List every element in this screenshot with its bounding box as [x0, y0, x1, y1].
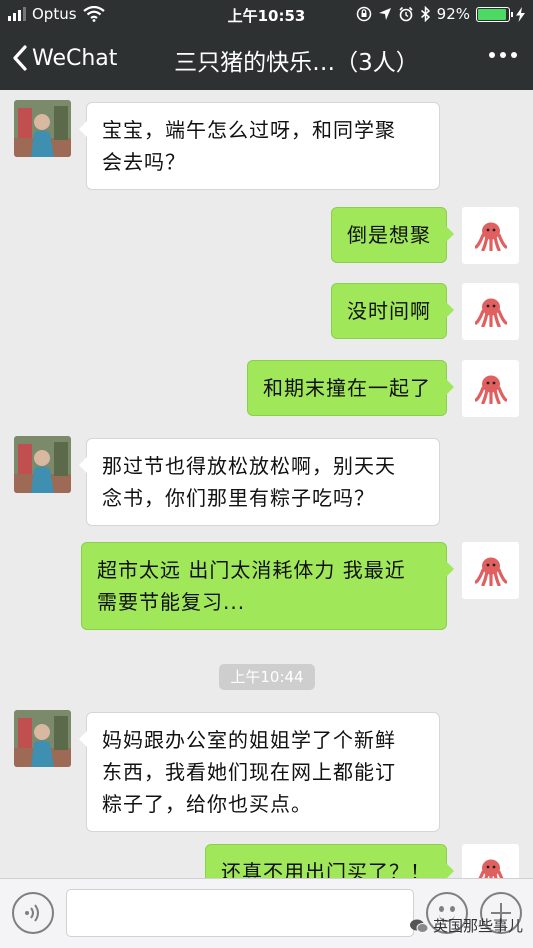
message-line: 东西，我看她们现在网上都能订	[102, 760, 396, 784]
message-line: 宝宝，端午怎么过呀，和同学聚	[102, 118, 396, 142]
message-line: 妈妈跟办公室的姐姐学了个新鲜	[102, 728, 396, 752]
input-bar: 英国那些事儿	[0, 878, 533, 948]
message-line: 需要节能复习...	[97, 590, 246, 614]
status-bar: Optus 上午10:53 92%	[0, 0, 533, 30]
chat-area[interactable]: 宝宝，端午怎么过呀，和同学聚 会去吗？ 倒是想聚 没时间啊 和期末撞在一起了 那…	[0, 90, 533, 878]
message-bubble-outgoing[interactable]: 超市太远 出门太消耗体力 我最近 需要节能复习...	[81, 542, 454, 630]
message-line: 还真不用出门买了？！	[221, 860, 431, 878]
message-line: 超市太远 出门太消耗体力 我最近	[97, 558, 406, 582]
message-input[interactable]	[66, 889, 414, 937]
battery-fill	[478, 8, 506, 20]
voice-icon[interactable]	[12, 892, 54, 934]
octopus-icon[interactable]	[462, 207, 519, 264]
message-bubble-incoming[interactable]: 妈妈跟办公室的姐姐学了个新鲜 东西，我看她们现在网上都能订 粽子了，给你也买点。	[79, 712, 440, 832]
message-line: 没时间啊	[347, 299, 431, 323]
chat-title: 三只猪的快乐…（3人）	[174, 50, 419, 76]
message-bubble-outgoing[interactable]: 还真不用出门买了？！	[205, 844, 454, 878]
watermark-text: 英国那些事儿	[432, 917, 523, 935]
more-dots-icon[interactable]	[489, 52, 517, 58]
octopus-icon[interactable]	[462, 283, 519, 340]
contact-avatar[interactable]	[14, 710, 71, 767]
message-line: 念书，你们那里有粽子吃吗？	[102, 486, 375, 510]
message-bubble-incoming[interactable]: 那过节也得放松放松啊，别天天 念书，你们那里有粽子吃吗？	[79, 438, 440, 526]
back-label[interactable]: WeChat	[32, 46, 117, 71]
message-bubble-outgoing[interactable]: 倒是想聚	[331, 207, 454, 263]
message-bubble-outgoing[interactable]: 和期末撞在一起了	[247, 360, 454, 416]
bolt-icon	[516, 6, 525, 22]
message-line: 和期末撞在一起了	[263, 376, 431, 400]
message-bubble-incoming[interactable]: 宝宝，端午怎么过呀，和同学聚 会去吗？	[79, 102, 440, 190]
watermark: 英国那些事儿	[409, 915, 523, 936]
nav-bar: WeChat 三只猪的快乐…（3人）	[0, 30, 533, 90]
message-line: 粽子了，给你也买点。	[102, 792, 312, 816]
octopus-icon[interactable]	[462, 844, 519, 878]
message-timestamp: 上午10:44	[219, 664, 315, 690]
contact-avatar[interactable]	[14, 436, 71, 493]
wechat-logo-icon	[409, 919, 429, 933]
contact-avatar[interactable]	[14, 100, 71, 157]
battery-percent: 92%	[436, 5, 470, 23]
alarm-clock-icon	[399, 6, 413, 22]
back-button[interactable]: WeChat	[12, 44, 117, 72]
status-right: 92%	[356, 5, 525, 23]
message-line: 会去吗？	[102, 150, 186, 174]
message-line: 倒是想聚	[347, 223, 431, 247]
battery-icon	[476, 6, 513, 22]
message-bubble-outgoing[interactable]: 没时间啊	[331, 283, 454, 339]
octopus-icon[interactable]	[462, 542, 519, 599]
octopus-icon[interactable]	[462, 360, 519, 417]
message-line: 那过节也得放松放松啊，别天天	[102, 454, 396, 478]
bluetooth-icon	[420, 6, 430, 22]
rotation-lock-icon	[356, 6, 371, 22]
location-arrow-icon	[378, 8, 391, 20]
chevron-left-icon	[13, 45, 27, 71]
